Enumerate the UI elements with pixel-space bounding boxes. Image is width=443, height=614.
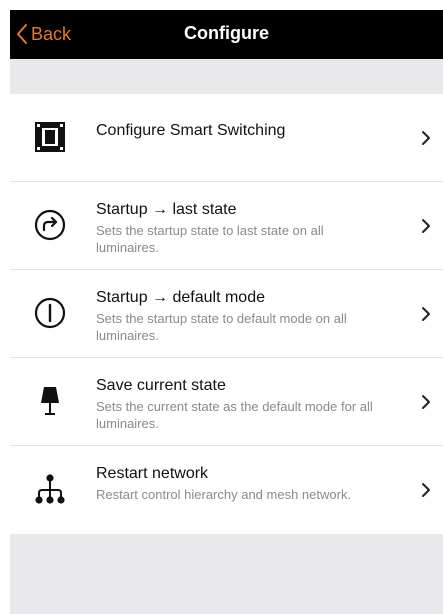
list-item-configure-smart-switching[interactable]: Configure Smart Switching	[10, 94, 443, 182]
list-item-subtitle: Sets the startup state to last state on …	[96, 223, 324, 255]
list-item-startup-default-mode[interactable]: Startup → default mode Sets the startup …	[10, 270, 443, 358]
power-icon	[34, 297, 66, 329]
list-item-save-current-state[interactable]: Save current state Sets the current stat…	[10, 358, 443, 446]
list-item-restart-network[interactable]: Restart network Restart control hierarch…	[10, 446, 443, 534]
list-item-subtitle: Sets the current state as the default mo…	[96, 399, 373, 431]
list-item-text: Configure Smart Switching	[96, 121, 388, 141]
list-item-title: Startup → last state	[96, 201, 237, 218]
chevron-right-icon	[421, 306, 431, 322]
app-screen: Back Configure Configure Smart Switching	[10, 10, 443, 614]
settings-list: Configure Smart Switching Startup → last…	[10, 94, 443, 534]
list-item-startup-last-state[interactable]: Startup → last state Sets the startup st…	[10, 182, 443, 270]
chevron-right-icon	[421, 130, 431, 146]
lamp-icon	[34, 385, 66, 417]
list-item-title: Restart network	[96, 465, 209, 482]
list-item-subtitle: Restart control hierarchy and mesh netwo…	[96, 487, 352, 502]
smart-switch-icon	[34, 121, 66, 153]
list-item-text: Save current state Sets the current stat…	[96, 376, 388, 432]
list-item-text: Startup → default mode Sets the startup …	[96, 288, 388, 344]
network-hierarchy-icon	[34, 473, 66, 505]
chevron-right-icon	[421, 482, 431, 498]
page-title: Configure	[184, 23, 269, 43]
navigation-bar: Back Configure	[10, 10, 443, 59]
list-item-text: Restart network Restart control hierarch…	[96, 464, 388, 503]
chevron-right-icon	[421, 218, 431, 234]
list-item-text: Startup → last state Sets the startup st…	[96, 200, 388, 256]
chevron-right-icon	[421, 394, 431, 410]
list-item-title: Save current state	[96, 377, 226, 394]
list-item-subtitle: Sets the startup state to default mode o…	[96, 311, 347, 343]
list-item-title: Startup → default mode	[96, 289, 265, 306]
list-item-title: Configure Smart Switching	[96, 122, 286, 139]
redo-circle-icon	[34, 209, 66, 241]
